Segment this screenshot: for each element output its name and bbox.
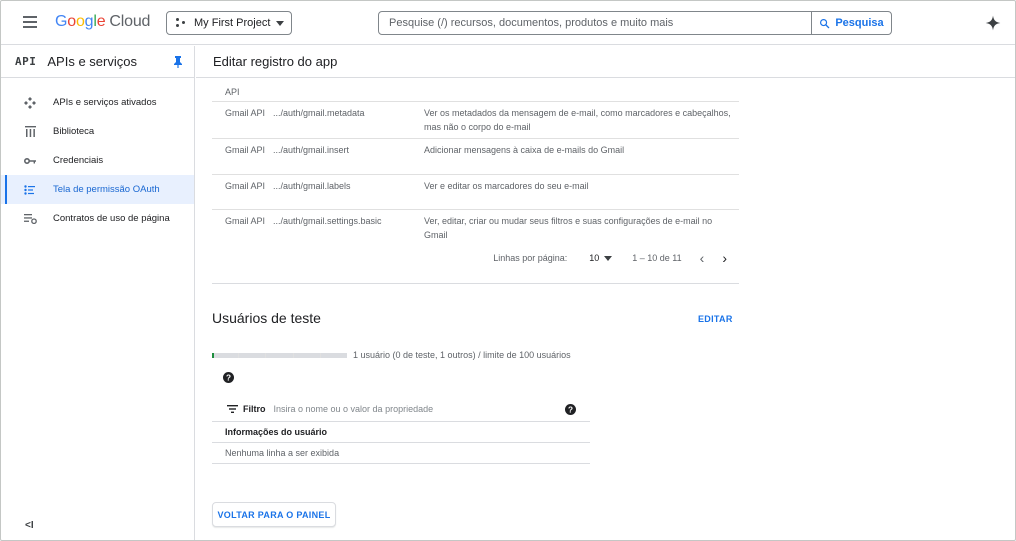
sidebar-item-credentials[interactable]: Credenciais bbox=[1, 146, 194, 175]
svg-text:?: ? bbox=[568, 405, 573, 414]
previous-page-button[interactable]: ‹ bbox=[700, 251, 705, 265]
table-row: API bbox=[212, 79, 739, 102]
user-limit-indicator: 1 usuário (0 de teste, 1 outros) / limit… bbox=[212, 350, 571, 360]
edit-test-users-button[interactable]: EDITAR bbox=[698, 314, 733, 324]
test-users-table: Filtro ? Informações do usuário Nenhuma … bbox=[212, 397, 590, 464]
help-icon[interactable]: ? bbox=[223, 372, 234, 383]
key-icon bbox=[23, 154, 37, 168]
divider bbox=[212, 283, 739, 284]
help-icon[interactable]: ? bbox=[565, 404, 576, 415]
chevron-down-icon bbox=[604, 255, 613, 261]
filter-bar: Filtro ? bbox=[212, 397, 590, 422]
library-icon bbox=[23, 125, 37, 139]
search-bar: Pesquisa bbox=[378, 11, 892, 35]
scopes-table: API Gmail API .../auth/gmail.metadata Ve… bbox=[212, 79, 739, 244]
column-header-user-info[interactable]: Informações do usuário bbox=[212, 422, 590, 443]
page-range: 1 – 10 de 11 bbox=[632, 253, 682, 263]
sidebar-header: API APIs e serviços bbox=[1, 46, 194, 78]
table-pagination: Linhas por página: 10 1 – 10 de 11 ‹ › bbox=[212, 246, 739, 270]
gemini-spark-icon[interactable] bbox=[985, 15, 1001, 31]
next-page-button[interactable]: › bbox=[722, 251, 727, 265]
sidebar-item-label: Contratos de uso de página bbox=[53, 213, 170, 224]
table-row: Gmail API .../auth/gmail.settings.basic … bbox=[225, 216, 713, 240]
sidebar-item-label: APIs e serviços ativados bbox=[53, 97, 157, 108]
sidebar-item-library[interactable]: Biblioteca bbox=[1, 117, 194, 146]
back-to-dashboard-button[interactable]: VOLTAR PARA O PAINEL bbox=[212, 502, 336, 527]
oauth-consent-icon bbox=[23, 183, 37, 197]
rows-per-page-select[interactable]: 10 bbox=[589, 253, 613, 263]
google-cloud-logo[interactable]: Google Cloud bbox=[55, 13, 150, 31]
page-title: Editar registro do app bbox=[196, 46, 1015, 78]
test-users-heading: Usuários de teste bbox=[212, 310, 321, 326]
search-icon bbox=[820, 18, 830, 28]
sidebar: API APIs e serviços APIs e serviços ativ… bbox=[1, 46, 195, 540]
usage-progress-bar bbox=[212, 352, 348, 358]
collapse-sidebar-button[interactable]: <I bbox=[25, 520, 34, 531]
sidebar-item-label: Credenciais bbox=[53, 155, 104, 166]
empty-table-message: Nenhuma linha a ser exibida bbox=[212, 443, 590, 464]
filter-label[interactable]: Filtro bbox=[243, 404, 266, 414]
search-button[interactable]: Pesquisa bbox=[811, 12, 891, 34]
usage-text: 1 usuário (0 de teste, 1 outros) / limit… bbox=[353, 350, 571, 360]
rows-per-page-label: Linhas por página: bbox=[493, 253, 568, 263]
sidebar-item-page-usage[interactable]: Contratos de uso de página bbox=[1, 204, 194, 233]
sidebar-title: APIs e serviços bbox=[47, 54, 137, 69]
settings-list-icon bbox=[23, 212, 37, 226]
filter-input[interactable] bbox=[273, 404, 504, 414]
filter-icon[interactable] bbox=[227, 405, 238, 413]
chevron-down-icon bbox=[276, 20, 285, 26]
sidebar-item-oauth-consent[interactable]: Tela de permissão OAuth bbox=[1, 175, 194, 204]
project-picker[interactable]: My First Project bbox=[166, 11, 292, 35]
usage-progress-fill bbox=[212, 352, 214, 358]
main-menu-icon[interactable] bbox=[23, 16, 37, 28]
api-hub-icon bbox=[23, 96, 37, 110]
project-name: My First Project bbox=[194, 17, 271, 29]
sidebar-item-label: Tela de permissão OAuth bbox=[53, 184, 160, 195]
project-hierarchy-icon bbox=[176, 18, 188, 28]
sidebar-item-enabled-apis[interactable]: APIs e serviços ativados bbox=[1, 88, 194, 117]
search-input[interactable] bbox=[379, 12, 811, 34]
top-bar: GoogleCloud My First Project Pesquisa bbox=[1, 1, 1015, 45]
pin-icon[interactable] bbox=[173, 56, 183, 68]
main-content: Editar registro do app API Gmail API ...… bbox=[196, 46, 1015, 540]
api-logo: API bbox=[15, 55, 37, 68]
svg-text:?: ? bbox=[226, 373, 231, 382]
table-row: Gmail API .../auth/gmail.insert Adiciona… bbox=[212, 139, 739, 175]
app-window: GoogleCloud My First Project Pesquisa AP… bbox=[0, 0, 1016, 541]
sidebar-item-label: Biblioteca bbox=[53, 126, 95, 137]
table-row: Gmail API .../auth/gmail.metadata Ver os… bbox=[212, 102, 739, 139]
table-row: Gmail API .../auth/gmail.labels Ver e ed… bbox=[212, 175, 739, 210]
sidebar-nav: APIs e serviços ativados Biblioteca Cred… bbox=[1, 78, 194, 233]
